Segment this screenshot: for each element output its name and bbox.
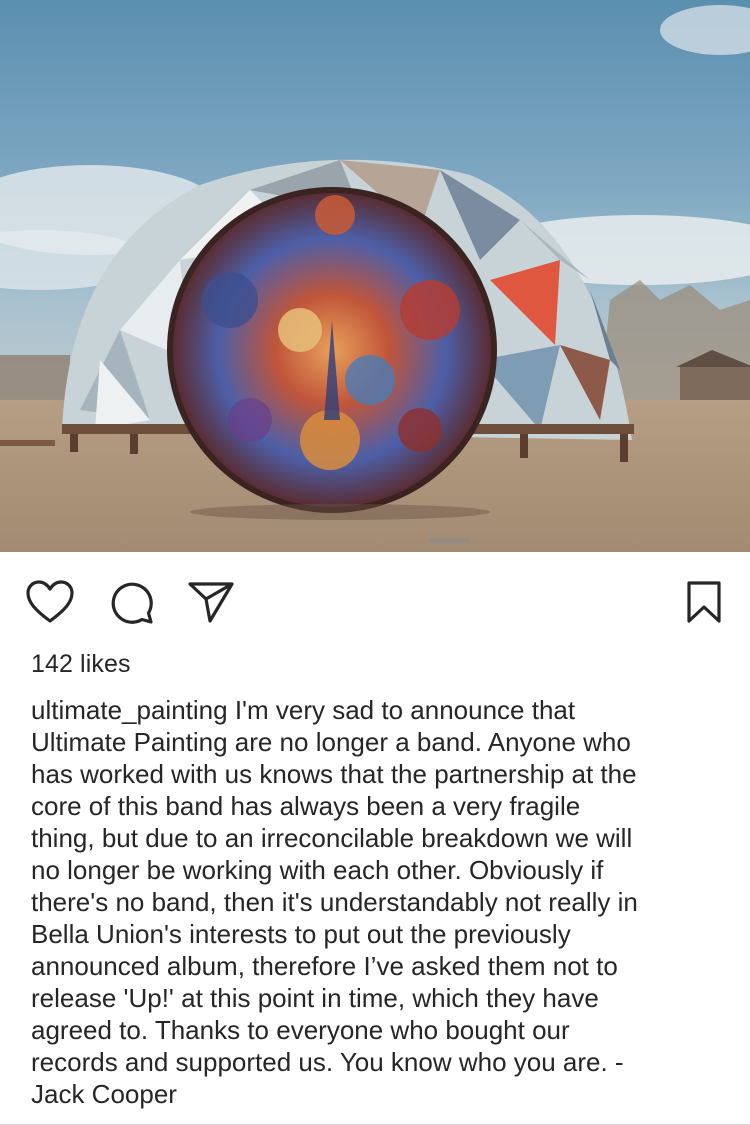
caption-line: announced album, therefore I’ve asked th… — [31, 951, 618, 981]
caption-username[interactable]: ultimate_painting — [31, 695, 228, 725]
post-photo[interactable] — [0, 0, 750, 552]
caption-line: no longer be working with each other. Ob… — [31, 855, 604, 885]
caption-line: Ultimate Painting are no longer a band. … — [31, 727, 631, 757]
comment-icon — [111, 582, 153, 624]
post-action-bar — [0, 552, 750, 648]
likes-count[interactable]: 142 likes — [31, 648, 131, 680]
caption-line: records and supported us. You know who y… — [31, 1047, 624, 1077]
save-button[interactable] — [678, 576, 730, 628]
caption-line: ultimate_painting I'm very sad to announ… — [31, 694, 731, 726]
instagram-post: 142 likes ultimate_painting I'm very sad… — [0, 0, 750, 1125]
comment-button[interactable] — [105, 576, 157, 628]
caption-line: Jack Cooper — [31, 1079, 177, 1109]
caption-line: thing, but due to an irreconcilable brea… — [31, 823, 633, 853]
share-button[interactable] — [185, 576, 237, 628]
dome-photo — [0, 0, 750, 552]
paper-plane-icon — [188, 582, 234, 623]
bookmark-icon — [687, 581, 721, 623]
caption-text: I'm very sad to announce that — [234, 695, 576, 725]
post-caption: ultimate_painting I'm very sad to announ… — [31, 694, 731, 1110]
caption-line: Bella Union's interests to put out the p… — [31, 919, 571, 949]
caption-line: there's no band, then it's understandabl… — [31, 887, 638, 917]
like-button[interactable] — [24, 576, 76, 628]
caption-line: has worked with us knows that the partne… — [31, 759, 637, 789]
caption-line: agreed to. Thanks to everyone who bought… — [31, 1015, 570, 1045]
caption-line: core of this band has always been a very… — [31, 791, 581, 821]
caption-line: release 'Up!' at this point in time, whi… — [31, 983, 599, 1013]
heart-icon — [26, 580, 74, 623]
